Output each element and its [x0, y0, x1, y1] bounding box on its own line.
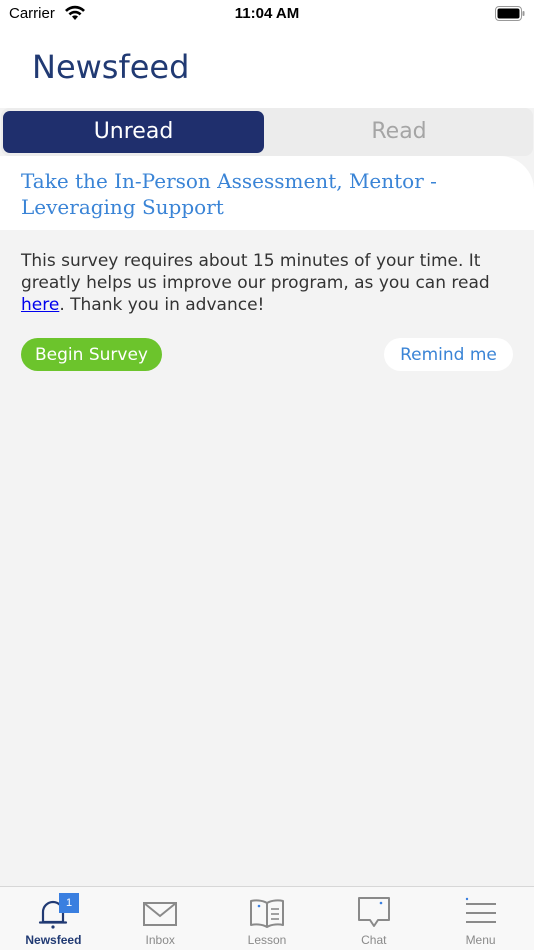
survey-description: This survey requires about 15 minutes of… — [21, 250, 511, 316]
tab-menu[interactable]: Menu — [427, 887, 534, 950]
tab-read[interactable]: Read — [267, 111, 531, 153]
unread-read-segmented-control: Unread Read — [1, 108, 533, 156]
survey-description-end: . Thank you in advance! — [59, 295, 265, 315]
survey-here-link[interactable]: here — [21, 295, 59, 315]
notification-badge: 1 — [59, 893, 79, 913]
status-bar: Carrier 11:04 AM — [0, 0, 534, 30]
tab-label: Menu — [465, 933, 496, 947]
envelope-icon — [143, 902, 178, 926]
tab-label: Lesson — [247, 933, 287, 947]
battery-icon — [495, 6, 525, 21]
begin-survey-button[interactable]: Begin Survey — [21, 338, 162, 371]
tab-label: Newsfeed — [25, 933, 82, 947]
survey-description-text: This survey requires about 15 minutes of… — [21, 251, 490, 293]
page-title: Newsfeed — [32, 48, 190, 86]
bottom-tab-bar: 1 Newsfeed Inbox Lesson Chat Menu — [0, 886, 534, 950]
tab-inbox[interactable]: Inbox — [107, 887, 214, 950]
tab-chat[interactable]: Chat — [320, 887, 427, 950]
survey-card-header: Take the In-Person Assessment, Mentor - … — [0, 156, 534, 230]
status-time: 11:04 AM — [234, 5, 300, 22]
tab-label: Chat — [361, 933, 387, 947]
tab-label: Inbox — [145, 933, 175, 947]
chat-bubble-icon — [357, 897, 390, 927]
remind-me-button[interactable]: Remind me — [384, 338, 513, 371]
tab-unread[interactable]: Unread — [3, 111, 264, 153]
tab-newsfeed[interactable]: 1 Newsfeed — [0, 887, 107, 950]
survey-title[interactable]: Take the In-Person Assessment, Mentor - … — [21, 168, 491, 220]
header: Newsfeed — [0, 30, 534, 108]
tab-lesson[interactable]: Lesson — [214, 887, 321, 950]
hamburger-icon — [465, 897, 496, 923]
book-icon — [249, 899, 284, 928]
